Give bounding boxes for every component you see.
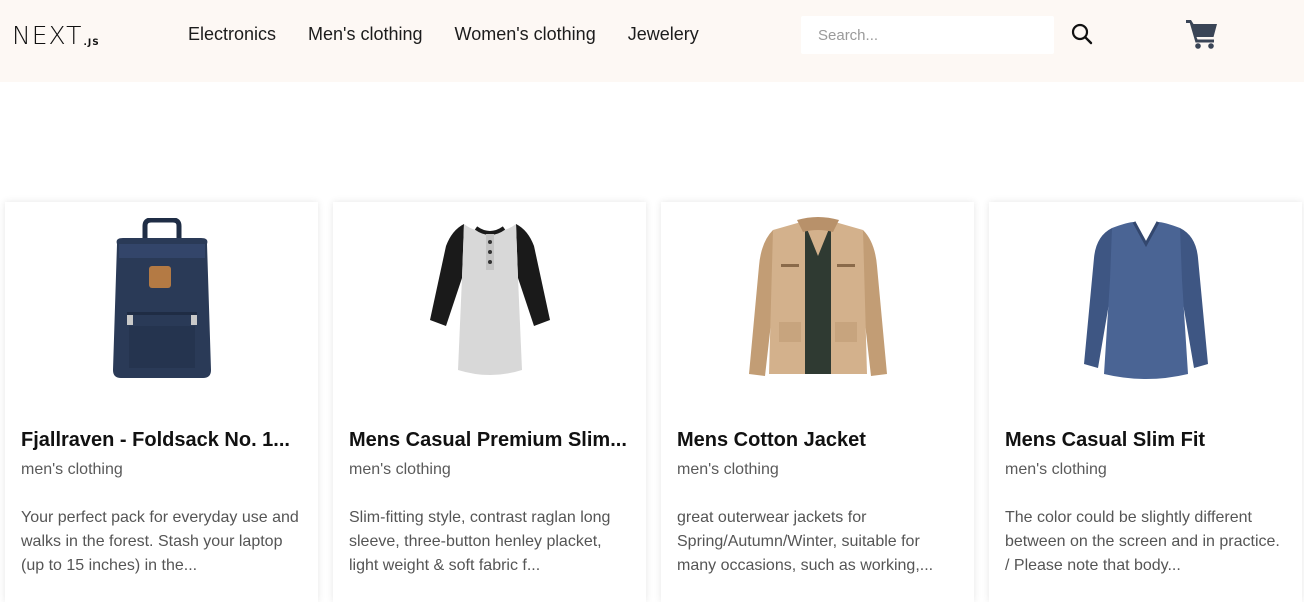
search-icon[interactable] [1070, 22, 1094, 46]
product-title[interactable]: Mens Casual Premium Slim... [349, 428, 631, 452]
product-title[interactable]: Mens Cotton Jacket [677, 428, 959, 452]
product-grid: Fjallraven - Foldsack No. 1... men's clo… [0, 202, 1304, 602]
shopping-cart-icon[interactable] [1185, 18, 1219, 50]
cotton-jacket-image [748, 217, 887, 376]
logo-text: NEXT [12, 21, 83, 50]
product-description: Slim-fitting style, contrast raglan long… [349, 509, 611, 574]
nav-link-jewelery[interactable]: Jewelery [628, 22, 699, 46]
product-card[interactable]: Mens Cotton Jacket men's clothing great … [661, 202, 974, 602]
nav-link-mens-clothing[interactable]: Men's clothing [308, 22, 423, 46]
product-image-area [333, 202, 646, 392]
product-card[interactable]: Mens Casual Slim Fit men's clothing The … [989, 202, 1302, 602]
product-image-area [661, 202, 974, 392]
product-card[interactable]: Mens Casual Premium Slim... men's clothi… [333, 202, 646, 602]
product-image-area [989, 202, 1302, 392]
product-card[interactable]: Fjallraven - Foldsack No. 1... men's clo… [5, 202, 318, 602]
long-sleeve-shirt-image [1083, 221, 1208, 379]
product-category: men's clothing [21, 461, 123, 478]
product-title[interactable]: Mens Casual Slim Fit [1005, 428, 1287, 452]
product-category: men's clothing [1005, 461, 1107, 478]
nav-link-womens-clothing[interactable]: Women's clothing [455, 22, 596, 46]
henley-tshirt-image [429, 224, 550, 375]
product-description: great outerwear jackets for Spring/Autum… [677, 509, 934, 574]
backpack-image [112, 218, 211, 378]
site-logo[interactable]: NEXT .JS [12, 20, 100, 48]
nav-link-electronics[interactable]: Electronics [188, 22, 276, 46]
product-description: Your perfect pack for everyday use and w… [21, 509, 299, 574]
product-category: men's clothing [677, 461, 779, 478]
search-box [801, 16, 1054, 54]
product-description: The color could be slightly different be… [1005, 509, 1280, 574]
main-nav: Electronics Men's clothing Women's cloth… [188, 22, 731, 46]
search-input[interactable] [801, 16, 1054, 54]
logo-subtext: .JS [83, 38, 100, 48]
product-image-area [5, 202, 318, 392]
site-header: NEXT .JS Electronics Men's clothing Wome… [0, 0, 1304, 82]
product-category: men's clothing [349, 461, 451, 478]
product-title[interactable]: Fjallraven - Foldsack No. 1... [21, 428, 303, 452]
